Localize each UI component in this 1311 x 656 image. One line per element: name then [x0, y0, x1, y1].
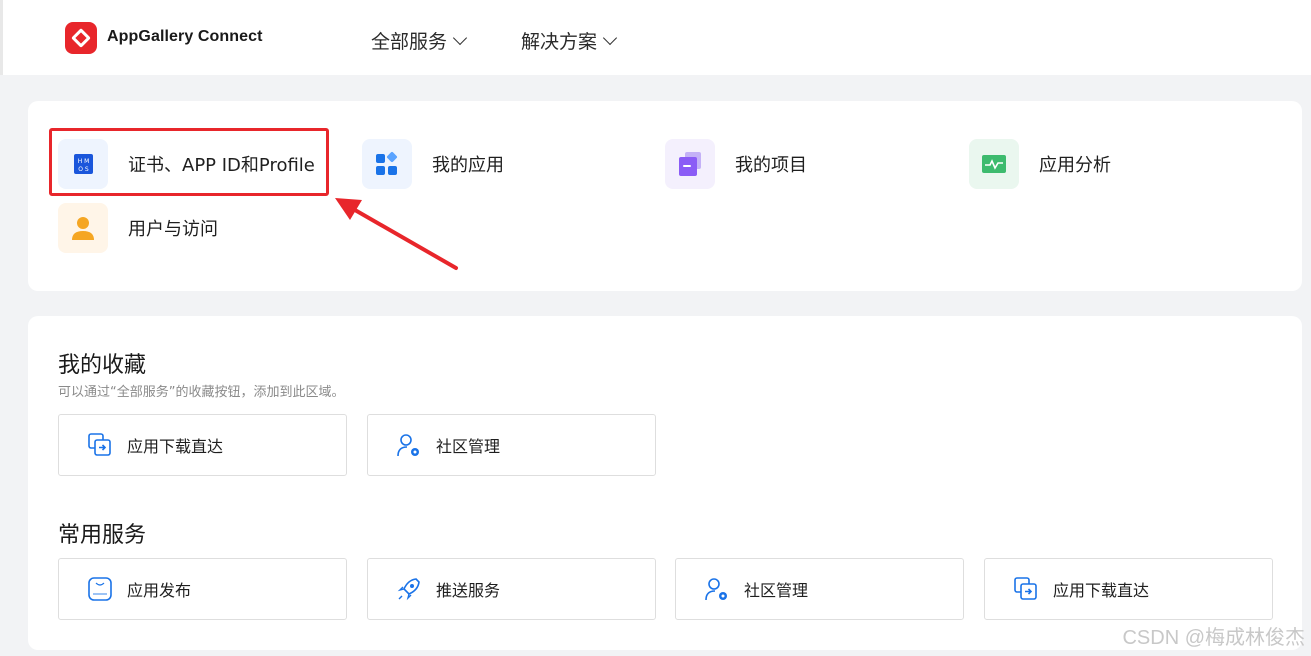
favorites-subtitle: 可以通过“全部服务”的收藏按钮，添加到此区域。 [58, 385, 345, 400]
download-direct-icon [1014, 577, 1037, 600]
tile-label: 应用下载直达 [1053, 581, 1150, 600]
common-community-manage[interactable]: 社区管理 [675, 558, 964, 620]
community-manage-icon [397, 434, 419, 457]
tile-label: 应用下载直达 [127, 437, 224, 456]
download-direct-icon [88, 433, 111, 456]
favorite-download-direct[interactable]: 应用下载直达 [58, 414, 347, 476]
tile-label: 应用发布 [127, 581, 192, 600]
rocket-icon [397, 578, 420, 601]
tile-label: 社区管理 [744, 581, 809, 600]
watermark: CSDN @梅成林俊杰 [1122, 627, 1305, 649]
common-download-direct[interactable]: 应用下载直达 [984, 558, 1273, 620]
common-push-service[interactable]: 推送服务 [367, 558, 656, 620]
common-services-title: 常用服务 [58, 523, 147, 548]
community-manage-icon [705, 578, 727, 601]
tile-label: 推送服务 [436, 581, 501, 600]
app-release-icon [88, 577, 112, 601]
tile-label: 社区管理 [436, 437, 501, 456]
favorites-title: 我的收藏 [58, 353, 147, 378]
common-app-release[interactable]: 应用发布 [58, 558, 347, 620]
favorite-community-manage[interactable]: 社区管理 [367, 414, 656, 476]
